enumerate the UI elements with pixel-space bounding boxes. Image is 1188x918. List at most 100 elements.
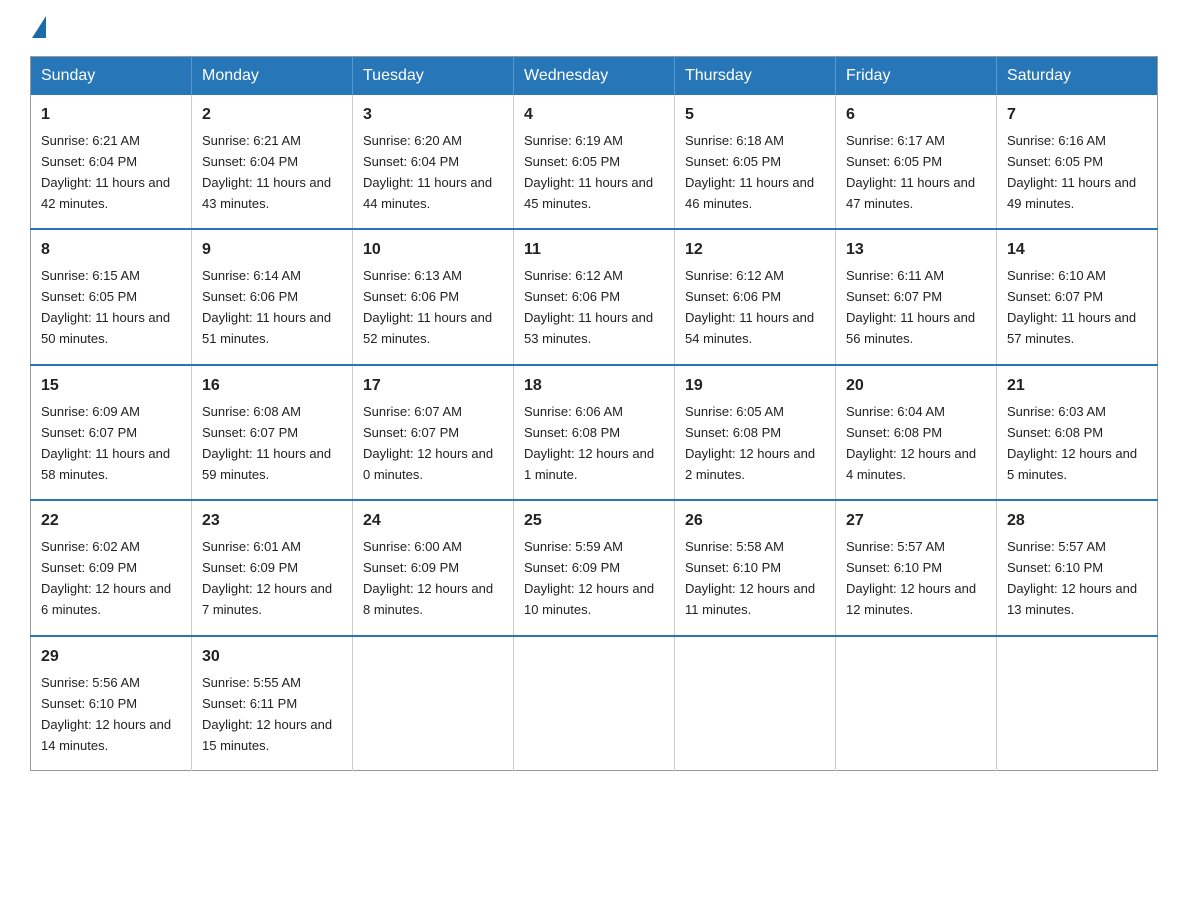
day-number: 21 bbox=[1007, 374, 1147, 399]
day-number: 1 bbox=[41, 103, 181, 128]
logo-triangle-icon bbox=[32, 16, 46, 38]
day-number: 14 bbox=[1007, 238, 1147, 263]
day-info: Sunrise: 6:12 AMSunset: 6:06 PMDaylight:… bbox=[685, 268, 814, 346]
day-info: Sunrise: 6:08 AMSunset: 6:07 PMDaylight:… bbox=[202, 404, 331, 482]
weekday-header-saturday: Saturday bbox=[997, 57, 1158, 96]
day-number: 8 bbox=[41, 238, 181, 263]
day-info: Sunrise: 6:15 AMSunset: 6:05 PMDaylight:… bbox=[41, 268, 170, 346]
day-number: 10 bbox=[363, 238, 503, 263]
day-info: Sunrise: 6:19 AMSunset: 6:05 PMDaylight:… bbox=[524, 133, 653, 211]
day-info: Sunrise: 6:18 AMSunset: 6:05 PMDaylight:… bbox=[685, 133, 814, 211]
day-number: 24 bbox=[363, 509, 503, 534]
page-header bbox=[30, 20, 1158, 38]
weekday-header-tuesday: Tuesday bbox=[353, 57, 514, 96]
calendar-day-cell bbox=[675, 636, 836, 771]
calendar-day-cell: 25 Sunrise: 5:59 AMSunset: 6:09 PMDayligh… bbox=[514, 500, 675, 635]
day-info: Sunrise: 6:03 AMSunset: 6:08 PMDaylight:… bbox=[1007, 404, 1137, 482]
day-info: Sunrise: 6:20 AMSunset: 6:04 PMDaylight:… bbox=[363, 133, 492, 211]
calendar-week-row: 22Sunrise: 6:02 AMSunset: 6:09 PMDayligh… bbox=[31, 500, 1158, 635]
day-number: 15 bbox=[41, 374, 181, 399]
calendar-day-cell: 20Sunrise: 6:04 AMSunset: 6:08 PMDayligh… bbox=[836, 365, 997, 500]
calendar-day-cell: 11Sunrise: 6:12 AMSunset: 6:06 PMDayligh… bbox=[514, 229, 675, 364]
calendar-day-cell bbox=[353, 636, 514, 771]
calendar-day-cell: 4 Sunrise: 6:19 AMSunset: 6:05 PMDaylight… bbox=[514, 95, 675, 229]
day-number: 27 bbox=[846, 509, 986, 534]
calendar-day-cell: 12 Sunrise: 6:12 AMSunset: 6:06 PMDayligh… bbox=[675, 229, 836, 364]
calendar-day-cell: 24 Sunrise: 6:00 AMSunset: 6:09 PMDayligh… bbox=[353, 500, 514, 635]
weekday-header-monday: Monday bbox=[192, 57, 353, 96]
calendar-day-cell: 26Sunrise: 5:58 AMSunset: 6:10 PMDayligh… bbox=[675, 500, 836, 635]
day-number: 4 bbox=[524, 103, 664, 128]
calendar-day-cell: 19 Sunrise: 6:05 AMSunset: 6:08 PMDayligh… bbox=[675, 365, 836, 500]
day-info: Sunrise: 6:05 AMSunset: 6:08 PMDaylight:… bbox=[685, 404, 815, 482]
day-number: 19 bbox=[685, 374, 825, 399]
day-info: Sunrise: 6:06 AMSunset: 6:08 PMDaylight:… bbox=[524, 404, 654, 482]
calendar-day-cell bbox=[997, 636, 1158, 771]
day-info: Sunrise: 6:09 AMSunset: 6:07 PMDaylight:… bbox=[41, 404, 170, 482]
calendar-day-cell: 9 Sunrise: 6:14 AMSunset: 6:06 PMDaylight… bbox=[192, 229, 353, 364]
calendar-day-cell: 23 Sunrise: 6:01 AMSunset: 6:09 PMDayligh… bbox=[192, 500, 353, 635]
weekday-header-wednesday: Wednesday bbox=[514, 57, 675, 96]
calendar-day-cell: 3 Sunrise: 6:20 AMSunset: 6:04 PMDaylight… bbox=[353, 95, 514, 229]
day-number: 30 bbox=[202, 645, 342, 670]
calendar-day-cell: 15 Sunrise: 6:09 AMSunset: 6:07 PMDayligh… bbox=[31, 365, 192, 500]
day-info: Sunrise: 6:13 AMSunset: 6:06 PMDaylight:… bbox=[363, 268, 492, 346]
calendar-day-cell bbox=[836, 636, 997, 771]
calendar-day-cell: 7Sunrise: 6:16 AMSunset: 6:05 PMDaylight… bbox=[997, 95, 1158, 229]
calendar-day-cell bbox=[514, 636, 675, 771]
day-number: 5 bbox=[685, 103, 825, 128]
day-number: 29 bbox=[41, 645, 181, 670]
day-info: Sunrise: 6:10 AMSunset: 6:07 PMDaylight:… bbox=[1007, 268, 1136, 346]
day-info: Sunrise: 6:21 AMSunset: 6:04 PMDaylight:… bbox=[202, 133, 331, 211]
calendar-day-cell: 27 Sunrise: 5:57 AMSunset: 6:10 PMDayligh… bbox=[836, 500, 997, 635]
calendar-day-cell: 10 Sunrise: 6:13 AMSunset: 6:06 PMDayligh… bbox=[353, 229, 514, 364]
calendar-day-cell: 8 Sunrise: 6:15 AMSunset: 6:05 PMDaylight… bbox=[31, 229, 192, 364]
calendar-day-cell: 16 Sunrise: 6:08 AMSunset: 6:07 PMDayligh… bbox=[192, 365, 353, 500]
day-number: 3 bbox=[363, 103, 503, 128]
weekday-header-thursday: Thursday bbox=[675, 57, 836, 96]
calendar-week-row: 29 Sunrise: 5:56 AMSunset: 6:10 PMDayligh… bbox=[31, 636, 1158, 771]
calendar-day-cell: 14 Sunrise: 6:10 AMSunset: 6:07 PMDayligh… bbox=[997, 229, 1158, 364]
day-number: 23 bbox=[202, 509, 342, 534]
calendar-day-cell: 21 Sunrise: 6:03 AMSunset: 6:08 PMDayligh… bbox=[997, 365, 1158, 500]
calendar-week-row: 1 Sunrise: 6:21 AMSunset: 6:04 PMDaylight… bbox=[31, 95, 1158, 229]
logo bbox=[30, 20, 46, 38]
day-info: Sunrise: 5:56 AMSunset: 6:10 PMDaylight:… bbox=[41, 675, 171, 753]
calendar-day-cell: 17 Sunrise: 6:07 AMSunset: 6:07 PMDayligh… bbox=[353, 365, 514, 500]
day-info: Sunrise: 6:00 AMSunset: 6:09 PMDaylight:… bbox=[363, 539, 493, 617]
day-info: Sunrise: 6:04 AMSunset: 6:08 PMDaylight:… bbox=[846, 404, 976, 482]
calendar-day-cell: 28Sunrise: 5:57 AMSunset: 6:10 PMDayligh… bbox=[997, 500, 1158, 635]
calendar-day-cell: 6 Sunrise: 6:17 AMSunset: 6:05 PMDaylight… bbox=[836, 95, 997, 229]
calendar-day-cell: 29 Sunrise: 5:56 AMSunset: 6:10 PMDayligh… bbox=[31, 636, 192, 771]
day-number: 13 bbox=[846, 238, 986, 263]
weekday-header-row: SundayMondayTuesdayWednesdayThursdayFrid… bbox=[31, 57, 1158, 96]
calendar-day-cell: 22Sunrise: 6:02 AMSunset: 6:09 PMDayligh… bbox=[31, 500, 192, 635]
day-number: 18 bbox=[524, 374, 664, 399]
day-info: Sunrise: 5:59 AMSunset: 6:09 PMDaylight:… bbox=[524, 539, 654, 617]
calendar-day-cell: 1 Sunrise: 6:21 AMSunset: 6:04 PMDaylight… bbox=[31, 95, 192, 229]
day-info: Sunrise: 6:17 AMSunset: 6:05 PMDaylight:… bbox=[846, 133, 975, 211]
day-number: 28 bbox=[1007, 509, 1147, 534]
day-number: 9 bbox=[202, 238, 342, 263]
day-number: 16 bbox=[202, 374, 342, 399]
calendar-week-row: 8 Sunrise: 6:15 AMSunset: 6:05 PMDaylight… bbox=[31, 229, 1158, 364]
weekday-header-sunday: Sunday bbox=[31, 57, 192, 96]
calendar-week-row: 15 Sunrise: 6:09 AMSunset: 6:07 PMDayligh… bbox=[31, 365, 1158, 500]
day-info: Sunrise: 6:11 AMSunset: 6:07 PMDaylight:… bbox=[846, 268, 975, 346]
day-info: Sunrise: 6:07 AMSunset: 6:07 PMDaylight:… bbox=[363, 404, 493, 482]
day-number: 25 bbox=[524, 509, 664, 534]
day-info: Sunrise: 5:58 AMSunset: 6:10 PMDaylight:… bbox=[685, 539, 815, 617]
day-info: Sunrise: 6:21 AMSunset: 6:04 PMDaylight:… bbox=[41, 133, 170, 211]
day-info: Sunrise: 6:14 AMSunset: 6:06 PMDaylight:… bbox=[202, 268, 331, 346]
day-info: Sunrise: 6:01 AMSunset: 6:09 PMDaylight:… bbox=[202, 539, 332, 617]
day-number: 22 bbox=[41, 509, 181, 534]
day-number: 7 bbox=[1007, 103, 1147, 128]
calendar-day-cell: 2 Sunrise: 6:21 AMSunset: 6:04 PMDaylight… bbox=[192, 95, 353, 229]
calendar-day-cell: 13 Sunrise: 6:11 AMSunset: 6:07 PMDayligh… bbox=[836, 229, 997, 364]
day-number: 12 bbox=[685, 238, 825, 263]
day-number: 6 bbox=[846, 103, 986, 128]
day-number: 2 bbox=[202, 103, 342, 128]
day-info: Sunrise: 5:57 AMSunset: 6:10 PMDaylight:… bbox=[846, 539, 976, 617]
day-info: Sunrise: 5:55 AMSunset: 6:11 PMDaylight:… bbox=[202, 675, 332, 753]
day-number: 17 bbox=[363, 374, 503, 399]
